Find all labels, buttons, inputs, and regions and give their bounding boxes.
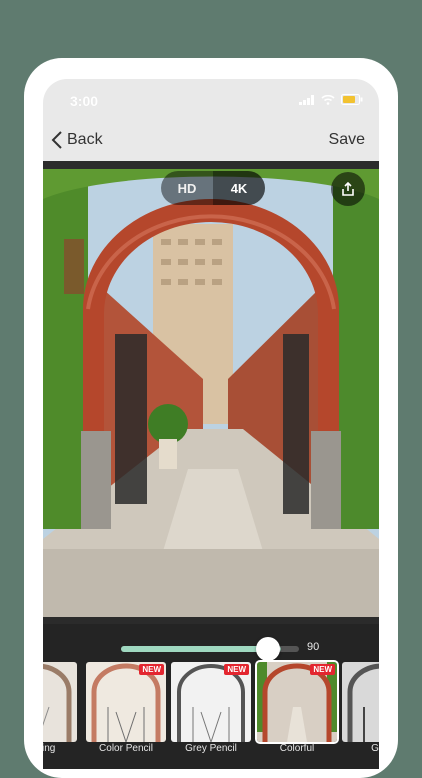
- new-badge: NEW: [310, 664, 335, 675]
- battery-icon: [341, 94, 363, 105]
- save-button[interactable]: Save: [329, 131, 365, 149]
- share-icon: [342, 181, 354, 196]
- wifi-icon: [321, 94, 335, 105]
- filter-thumb-color-pencil[interactable]: NEW: [86, 662, 166, 742]
- signal-icon: [299, 94, 314, 105]
- quality-option-4k[interactable]: 4K: [213, 171, 265, 205]
- new-badge: NEW: [224, 664, 249, 675]
- new-badge: NEW: [139, 664, 164, 675]
- chevron-left-icon: [51, 131, 62, 149]
- filter-thumb-grey-pencil[interactable]: NEW: [171, 662, 251, 742]
- slider-value: 90: [307, 641, 320, 653]
- quality-toggle: HD 4K: [161, 171, 265, 205]
- slider-knob[interactable]: [255, 637, 280, 661]
- intensity-slider[interactable]: [121, 637, 299, 661]
- status-time: 3:00: [70, 93, 99, 109]
- editor-panel: 90 Drawing NEW Color Pencil: [43, 624, 379, 769]
- filter-label-grey-pencil: Grey Pencil: [185, 743, 237, 754]
- status-bar: 3:00: [43, 79, 379, 123]
- filter-strip: Drawing NEW Color Pencil NEW Grey Pencil: [43, 662, 379, 769]
- filter-label-colorful: Colorful: [279, 743, 315, 754]
- filter-thumb-drawing[interactable]: [43, 662, 77, 742]
- app-screen: 3:00 Back Save HD 4K 90 ng NEW Color Pen…: [43, 79, 379, 769]
- filter-thumb-colorful[interactable]: NEW: [257, 662, 337, 742]
- filter-thumb-grey[interactable]: [342, 662, 379, 742]
- share-button[interactable]: [331, 172, 365, 206]
- filter-preview: [43, 662, 77, 742]
- filter-preview: [342, 662, 379, 742]
- edited-photo[interactable]: [43, 169, 379, 617]
- filter-label-color-pencil: Color Pencil: [99, 743, 153, 754]
- photo-frame: HD 4K: [43, 161, 379, 624]
- filter-label-grey: Grey: [371, 743, 379, 754]
- nav-bar: Back Save: [43, 123, 379, 163]
- back-button[interactable]: Back: [51, 131, 103, 149]
- quality-option-hd[interactable]: HD: [161, 171, 213, 205]
- back-label: Back: [67, 131, 103, 148]
- status-icons: [299, 94, 363, 105]
- filter-label-drawing: Drawing: [43, 743, 56, 754]
